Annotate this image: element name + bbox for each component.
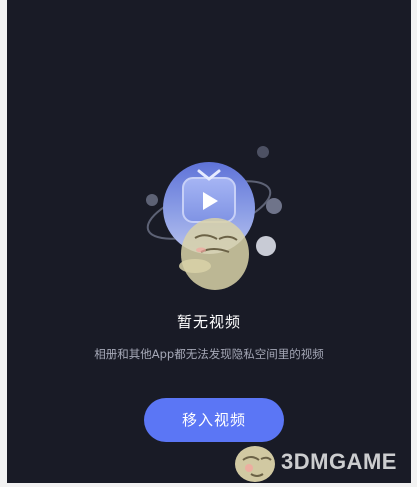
move-in-video-button[interactable]: 移入视频	[144, 398, 284, 442]
watermark-text: 3DMGAME	[281, 449, 397, 474]
private-video-screen: 暂无视频 相册和其他App都无法发现隐私空间里的视频 移入视频 3DMGAME	[7, 0, 411, 483]
empty-state-title: 暂无视频	[176, 313, 241, 331]
watermark: 3DMGAME	[229, 438, 411, 483]
mascot-logo-icon	[235, 446, 275, 482]
empty-state-description: 相册和其他App都无法发现隐私空间里的视频	[94, 347, 324, 361]
robot-balloon-illustration	[146, 146, 282, 290]
